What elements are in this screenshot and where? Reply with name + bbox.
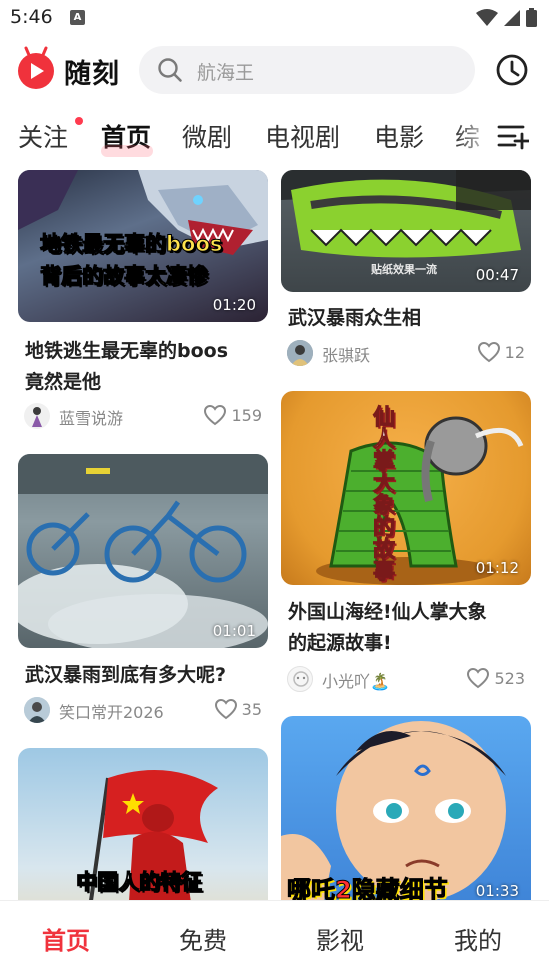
history-clock-icon[interactable]: [495, 53, 529, 87]
top-bar: 随刻 航海王: [0, 40, 549, 102]
video-title-line: 外国山海经!仙人掌大象: [288, 601, 487, 623]
author-row: 蓝雪说游 159: [24, 401, 262, 431]
video-title[interactable]: 地铁逃生最无辜的boos 竟然是他: [25, 336, 265, 398]
search-icon: [158, 58, 182, 82]
thumbnail-caption: 哪吒2隐藏细节: [287, 876, 449, 901]
thumbnail-caption: 背后的故事太凄惨: [40, 264, 209, 289]
tab-tv-series[interactable]: 电视剧: [265, 118, 340, 154]
author-row: 张骐跃 12: [287, 338, 525, 368]
notification-icon: A: [70, 10, 85, 25]
video-title[interactable]: 武汉暴雨到底有多大呢?: [25, 660, 265, 691]
heart-icon: [214, 698, 237, 720]
nav-home[interactable]: 首页: [42, 921, 90, 956]
avatar[interactable]: [287, 340, 313, 366]
nav-film-tv[interactable]: 影视: [316, 921, 364, 956]
author-name[interactable]: 笑口常开2026: [59, 699, 164, 723]
video-thumbnail[interactable]: 仙人掌大象的故事 01:12: [281, 391, 531, 585]
like-count: 35: [241, 699, 262, 719]
avatar-figure-icon: [24, 697, 50, 723]
avatar-figure-icon: [32, 407, 42, 427]
video-duration: 01:20: [212, 296, 256, 314]
author-name[interactable]: 小光吖🏝️: [322, 668, 390, 692]
thumbnail-caption: 地铁最无辜的boos: [39, 232, 223, 257]
avatar[interactable]: [24, 403, 50, 429]
nav-me[interactable]: 我的: [454, 921, 502, 956]
video-feed[interactable]: 地铁最无辜的boos 背后的故事太凄惨 01:20 地铁逃生最无辜的boos 竟…: [0, 170, 549, 900]
video-duration: 00:47: [475, 266, 519, 284]
thumbnail-caption: 仙人掌大象的故事: [369, 405, 395, 582]
like-button[interactable]: 35: [214, 698, 262, 720]
active-tab-indicator: [101, 145, 153, 157]
bottom-navigation: 首页 免费 影视 我的: [0, 900, 549, 976]
tab-micro-drama[interactable]: 微剧: [182, 118, 232, 154]
wifi-icon: [476, 8, 498, 26]
video-title[interactable]: 武汉暴雨众生相: [288, 303, 528, 334]
video-thumbnail[interactable]: 哪吒2隐藏细节 01:33: [281, 716, 531, 900]
flooded-bikes-illustration: [18, 454, 268, 648]
video-duration: 01:01: [212, 622, 256, 640]
status-bar: 5:46 A: [0, 0, 549, 36]
video-title-line: 竟然是他: [25, 371, 102, 393]
battery-icon: [526, 8, 537, 27]
like-count: 12: [504, 342, 525, 362]
new-content-dot: [75, 117, 83, 125]
video-thumbnail[interactable]: 地铁最无辜的boos 背后的故事太凄惨 01:20: [18, 170, 268, 322]
thumbnail-caption: 贴纸效果一流: [371, 263, 437, 276]
author-name[interactable]: 张骐跃: [322, 342, 370, 366]
author-name[interactable]: 蓝雪说游: [59, 405, 123, 429]
tab-follow[interactable]: 关注: [18, 118, 68, 154]
author-row: 笑口常开2026 35: [24, 695, 262, 725]
app-logo-icon[interactable]: [16, 44, 56, 90]
like-button[interactable]: 159: [203, 404, 262, 426]
tab-movies[interactable]: 电影: [374, 118, 424, 154]
search-placeholder: 航海王: [197, 62, 255, 84]
like-count: 523: [494, 668, 525, 688]
avatar-figure-icon: [287, 340, 313, 366]
avatar[interactable]: [287, 666, 313, 692]
thumbnail-caption: 中国人的特征: [76, 870, 203, 895]
signal-icon: [504, 9, 520, 26]
video-thumbnail[interactable]: 01:01: [18, 454, 268, 648]
brand-name: 随刻: [64, 59, 120, 90]
author-row: 小光吖🏝️ 523: [287, 664, 525, 694]
tab-fade: [455, 108, 495, 164]
video-duration: 01:12: [475, 559, 519, 577]
search-bar[interactable]: 航海王: [139, 46, 475, 94]
like-button[interactable]: 12: [477, 341, 525, 363]
status-indicators: [476, 8, 537, 27]
like-count: 159: [231, 405, 262, 425]
video-title[interactable]: 外国山海经!仙人掌大象 的起源故事!: [288, 597, 533, 659]
cactus-elephant-illustration: [316, 416, 524, 585]
video-thumbnail[interactable]: 中国人的特征: [18, 748, 268, 900]
avatar[interactable]: [24, 697, 50, 723]
heart-icon: [467, 667, 490, 689]
nav-free[interactable]: 免费: [179, 921, 227, 956]
video-title-line: 的起源故事!: [288, 632, 392, 654]
like-button[interactable]: 523: [466, 667, 525, 689]
heart-icon: [477, 341, 500, 363]
heart-icon: [204, 404, 227, 426]
avatar-figure-icon: [293, 671, 309, 687]
channel-manage-icon[interactable]: [497, 122, 529, 150]
video-duration: 01:33: [475, 882, 519, 900]
video-title-line: 地铁逃生最无辜的boos: [25, 340, 229, 362]
status-time: 5:46: [10, 6, 53, 28]
video-thumbnail[interactable]: 贴纸效果一流 00:47: [281, 170, 531, 292]
